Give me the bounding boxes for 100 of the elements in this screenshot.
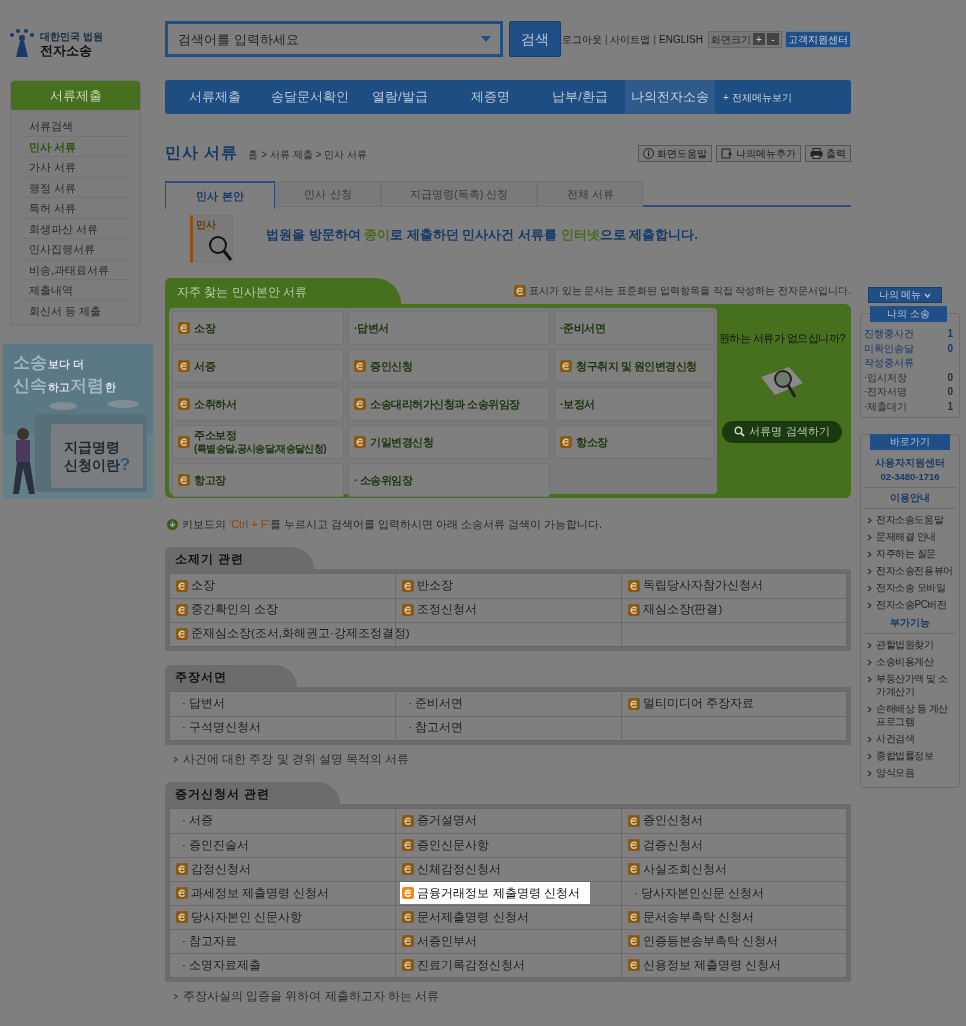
document-link[interactable]: 반소장 — [400, 574, 456, 597]
nav-item[interactable]: 서류제출 — [165, 80, 265, 114]
frequent-document[interactable]: 증인신청 — [348, 349, 550, 383]
document-link[interactable]: · 준비서면 — [400, 692, 466, 715]
my-menu-button[interactable]: 나의 메뉴 — [868, 287, 942, 303]
frequent-document[interactable]: ·준비서면 — [554, 311, 714, 345]
top-link[interactable]: 사이트맵 — [610, 31, 651, 47]
document-link[interactable]: 독립당사자참가신청서 — [625, 574, 765, 597]
case-label[interactable]: ·제출대기 — [864, 398, 908, 413]
document-link[interactable]: 당사자본인 신문사항 — [174, 906, 305, 929]
case-label[interactable]: ·임시저장 — [864, 369, 908, 384]
frequent-document[interactable]: ·답변서 — [348, 311, 550, 345]
sidebar-item[interactable]: 민사 서류 — [21, 136, 130, 157]
document-link[interactable]: · 참고자료 — [174, 930, 240, 953]
frequent-document[interactable]: · 소송위임장 — [348, 463, 550, 497]
frequent-document[interactable]: 항고장 — [172, 463, 344, 497]
frequent-document[interactable]: 기일변경신청 — [348, 425, 550, 459]
frequent-document[interactable]: 소취하서 — [172, 387, 344, 421]
nav-item[interactable]: 열람/발급 — [355, 80, 445, 114]
document-link[interactable]: · 증인진술서 — [174, 834, 252, 857]
tool-button[interactable]: 출력 — [805, 144, 851, 162]
frequent-document[interactable]: 주소보정 (특별송달,공시송달,재송달신청) — [172, 425, 344, 459]
dropdown-icon[interactable] — [481, 36, 491, 42]
document-link[interactable]: 금융거래정보 제출명령 신청서 — [400, 882, 590, 905]
frequent-document[interactable]: 청구취지 및 원인변경신청 — [554, 349, 714, 383]
tool-button[interactable]: 화면도움말 — [638, 144, 712, 162]
nav-item[interactable]: 송달문서확인 — [265, 80, 355, 114]
document-link[interactable]: · 답변서 — [174, 692, 228, 715]
frequent-document[interactable]: 서증 — [172, 349, 344, 383]
shortcut-link[interactable]: 전자소송PC버전 — [876, 597, 947, 611]
document-link[interactable]: 증거설명서 — [400, 809, 480, 832]
sidebar-item[interactable]: 민사집행서류 — [21, 239, 130, 260]
document-link[interactable]: 문서제출명령 신청서 — [400, 906, 531, 929]
nav-item[interactable]: 제증명 — [445, 80, 535, 114]
all-menu-link[interactable]: + 전체메뉴보기 — [723, 89, 792, 105]
shortcut-link[interactable]: 양식모음 — [876, 766, 915, 779]
top-link[interactable]: 로그아웃 — [561, 31, 602, 47]
shortcut-link[interactable]: 전자소송전용뷰어 — [876, 563, 953, 577]
sidebar-item[interactable]: 회신서 등 제출 — [21, 300, 130, 321]
case-label[interactable]: 미확인송달 — [864, 340, 914, 355]
document-link[interactable]: 문서송부촉탁 신청서 — [625, 906, 756, 929]
document-link[interactable]: 재심소장(판결) — [625, 599, 725, 621]
tool-button[interactable]: 나의메뉴추가 — [716, 144, 801, 162]
document-link[interactable]: · 당사자본인신문 신청서 — [625, 882, 766, 905]
document-link[interactable]: 감정신청서 — [174, 858, 253, 881]
sidebar-item[interactable]: 제출내역 — [21, 280, 130, 301]
case-label[interactable]: 진행중사건 — [864, 326, 914, 341]
document-link[interactable]: · 참고서면 — [400, 717, 466, 739]
document-link[interactable]: 과세정보 제출명령 신청서 — [174, 882, 332, 905]
zoom-button[interactable]: - — [767, 33, 779, 45]
shortcut-link[interactable]: 전자소송도움말 — [876, 512, 944, 526]
document-link[interactable]: 신체감정신청서 — [400, 858, 504, 881]
case-label[interactable]: ·전자서명 — [864, 384, 908, 399]
promo-banner[interactable]: 소송보다 더 신속하고저렴 한 지급명령 신청이란? — [3, 344, 153, 499]
document-link[interactable]: 사실조회신청서 — [625, 858, 729, 881]
sidebar-item[interactable]: 비송,과태료서류 — [21, 259, 130, 280]
document-link[interactable]: 인증등본송부촉탁 신청서 — [625, 930, 780, 953]
document-link[interactable]: 증인신문사항 — [400, 834, 492, 857]
support-button[interactable]: 고객지원센터 — [785, 30, 851, 48]
document-link[interactable]: 신용정보 제출명령 신청서 — [625, 954, 784, 977]
document-link[interactable]: 서증인부서 — [400, 930, 480, 953]
sidebar-item[interactable]: 행정 서류 — [21, 177, 130, 198]
top-link[interactable]: ENGLISH — [659, 31, 703, 47]
sidebar-item[interactable]: 회생파산 서류 — [21, 218, 130, 239]
document-link[interactable]: · 서증 — [174, 809, 216, 832]
document-link[interactable]: 중간확인의 소장 — [174, 599, 281, 621]
document-link[interactable]: 조정신청서 — [400, 599, 480, 621]
tab[interactable]: 지급명령(독촉) 신청 — [381, 181, 538, 207]
case-label[interactable]: 작성중서류 — [864, 355, 914, 370]
shortcut-link[interactable]: 소송비용계산 — [876, 655, 934, 668]
tab[interactable]: 민사 신청 — [275, 181, 381, 207]
document-link[interactable]: 진료기록감정신청서 — [400, 954, 528, 977]
tab[interactable]: 민사 본안 — [165, 181, 275, 209]
shortcut-link[interactable]: 관할법원찾기 — [876, 638, 934, 651]
frequent-document[interactable]: 소송대리허가신청과 소송위임장 — [348, 387, 550, 421]
shortcut-link[interactable]: 전자소송 모바일 — [876, 580, 946, 594]
nav-item[interactable]: 나의전자소송 — [625, 80, 715, 114]
nav-item[interactable]: 납부/환급 — [535, 80, 625, 114]
shortcut-link[interactable]: 사건검색 — [876, 732, 915, 745]
sidebar-item[interactable]: 서류검색 — [21, 116, 130, 137]
document-link[interactable]: 증인신청서 — [625, 809, 705, 832]
shortcut-link[interactable]: 자주하는 질문 — [876, 546, 936, 560]
tab[interactable]: 전체 서류 — [537, 181, 644, 207]
document-link[interactable]: 준재심소장(조서,화해권고·강제조정결정) — [174, 623, 412, 645]
document-link[interactable]: 멀티미디어 주장자료 — [625, 692, 756, 715]
document-search-button[interactable]: 서류명 검색하기 — [722, 420, 842, 443]
sidebar-item[interactable]: 특허 서류 — [21, 198, 130, 219]
document-link[interactable]: · 구석명신청서 — [174, 717, 264, 739]
sidebar-item[interactable]: 가사 서류 — [21, 157, 130, 178]
search-button[interactable]: 검색 — [509, 21, 561, 57]
shortcut-link[interactable]: 문제해결 안내 — [876, 529, 936, 543]
frequent-document[interactable]: 소장 — [172, 311, 344, 345]
frequent-document[interactable]: ·보정서 — [554, 387, 714, 421]
document-link[interactable]: 검증신청서 — [625, 834, 705, 857]
document-link[interactable]: · 소명자료제출 — [174, 954, 264, 977]
document-link[interactable]: 소장 — [174, 574, 217, 597]
frequent-document[interactable]: 항소장 — [554, 425, 714, 459]
search-field[interactable]: 검색어를 입력하세요 — [165, 21, 503, 57]
shortcut-link[interactable]: 손해배상 등 계산 프로그램 — [876, 702, 956, 728]
shortcut-link[interactable]: 종합법률정보 — [876, 749, 934, 762]
